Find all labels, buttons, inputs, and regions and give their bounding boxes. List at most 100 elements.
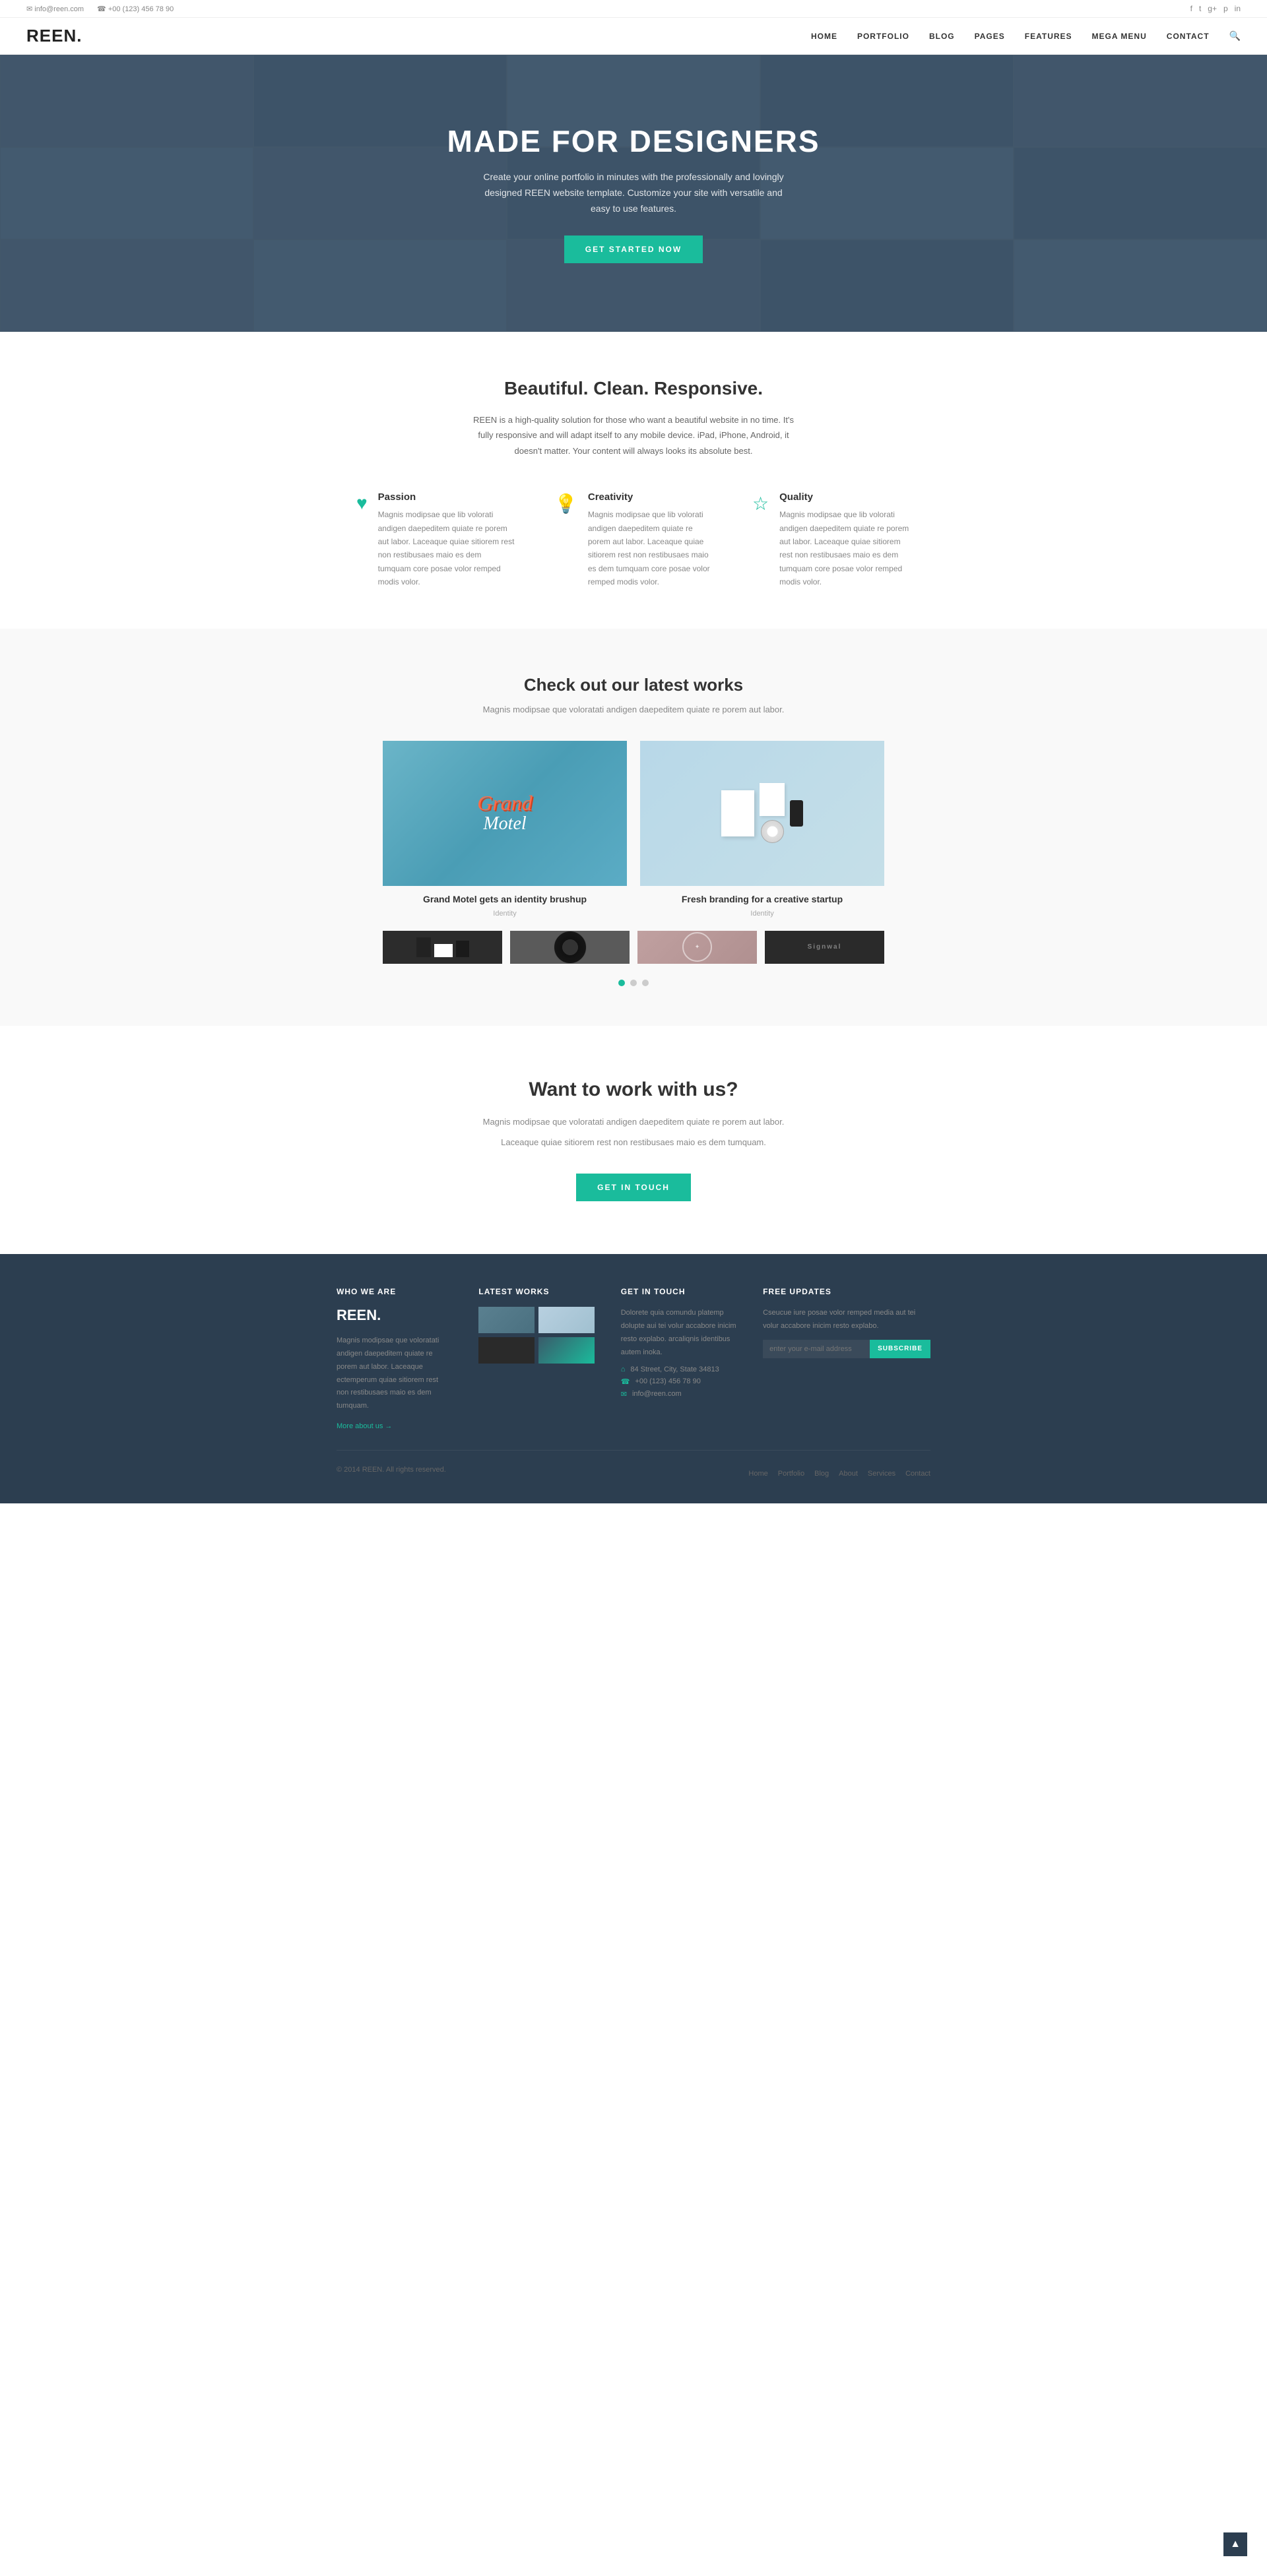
brand-phone (790, 800, 803, 827)
phone-icon: ☎ (621, 1377, 630, 1386)
portfolio-item-stationery[interactable] (383, 931, 502, 964)
footer-work-2[interactable] (538, 1307, 595, 1333)
main-nav: HOME PORTFOLIO BLOG PAGES FEATURES MEGA … (811, 30, 1241, 42)
cta-button[interactable]: GET IN TOUCH (576, 1174, 691, 1201)
social-facebook[interactable]: f (1190, 4, 1192, 13)
footer-link-blog[interactable]: Blog (814, 1470, 829, 1478)
phone-info: ☎ +00 (123) 456 78 90 (97, 5, 174, 13)
newsletter-subscribe-button[interactable]: SUBSCRIBE (870, 1340, 930, 1358)
nav-mega-menu[interactable]: MEGA MENU (1092, 32, 1147, 41)
footer-phone: ☎ +00 (123) 456 78 90 (621, 1377, 736, 1386)
address-text: 84 Street, City, State 34813 (630, 1366, 719, 1373)
email-icon: ✉ (621, 1390, 627, 1398)
footer: WHO WE ARE REEN. Magnis modipsae que vol… (0, 1254, 1267, 1503)
mini-card (456, 941, 469, 957)
footer-logo: REEN. (337, 1307, 452, 1324)
portfolio-item-vinyl[interactable] (510, 931, 630, 964)
footer-newsletter: FREE UPDATES Cseucue iure posae volor re… (763, 1287, 930, 1430)
social-twitter[interactable]: t (1199, 4, 1201, 13)
footer-work-3[interactable] (478, 1337, 535, 1364)
nav-blog[interactable]: BLOG (929, 32, 955, 41)
nav-home[interactable]: HOME (811, 32, 837, 41)
portfolio-section: Check out our latest works Magnis modips… (0, 629, 1267, 1026)
grand-text: Grand (477, 792, 533, 813)
brand-items (721, 783, 803, 843)
top-bar-social: f t g+ p in (1190, 4, 1241, 13)
cta-section: Want to work with us? Magnis modipsae qu… (0, 1026, 1267, 1255)
thumb-signwal: Signwal (765, 931, 884, 964)
hero-subtitle: Create your online portfolio in minutes … (475, 170, 792, 216)
footer-link-services[interactable]: Services (868, 1470, 895, 1478)
feature-passion-text: Magnis modipsae que lib volorati andigen… (378, 508, 515, 588)
hero-content: MADE FOR DESIGNERS Create your online po… (447, 123, 820, 263)
portfolio-item-fresh-branding[interactable]: Fresh branding for a creative startup Id… (640, 741, 884, 918)
footer-link-home[interactable]: Home (748, 1470, 767, 1478)
dot-1[interactable] (618, 980, 625, 986)
footer-bottom: © 2014 REEN. All rights reserved. Home P… (337, 1450, 930, 1484)
footer-link-contact[interactable]: Contact (905, 1470, 930, 1478)
footer-link-about[interactable]: About (839, 1470, 858, 1478)
portfolio-item-badge[interactable]: ✦ (637, 931, 757, 964)
newsletter-form: SUBSCRIBE (763, 1340, 930, 1358)
feature-creativity-content: Creativity Magnis modipsae que lib volor… (588, 491, 713, 588)
footer-grid: WHO WE ARE REEN. Magnis modipsae que vol… (337, 1287, 930, 1430)
footer-link-portfolio[interactable]: Portfolio (778, 1470, 804, 1478)
footer-work-1[interactable] (478, 1307, 535, 1333)
thumb-badge: ✦ (637, 931, 757, 964)
feature-quality: ☆ Quality Magnis modipsae que lib volora… (752, 491, 911, 588)
nav-contact[interactable]: CONTACT (1167, 32, 1210, 41)
mini-book (416, 937, 431, 957)
footer-work-4[interactable] (538, 1337, 595, 1364)
portfolio-heading: Check out our latest works (26, 675, 1241, 695)
footer-newsletter-heading: FREE UPDATES (763, 1287, 930, 1296)
portfolio-category-fresh-branding: Identity (750, 910, 773, 918)
about-description: REEN is a high-quality solution for thos… (469, 412, 798, 458)
portfolio-item-signwal[interactable]: Signwal (765, 931, 884, 964)
footer-works-grid (478, 1307, 594, 1364)
dot-2[interactable] (630, 980, 637, 986)
nav-pages[interactable]: PAGES (975, 32, 1005, 41)
about-heading: Beautiful. Clean. Responsive. (26, 378, 1241, 399)
social-instagram[interactable]: in (1235, 4, 1241, 13)
brand-cd (761, 820, 784, 843)
about-section: Beautiful. Clean. Responsive. REEN is a … (0, 332, 1267, 629)
hero-title: MADE FOR DESIGNERS (447, 123, 820, 159)
social-pinterest[interactable]: p (1223, 4, 1228, 13)
portfolio-category-grand-motel: Identity (493, 910, 516, 918)
footer-about-heading: WHO WE ARE (337, 1287, 452, 1296)
badge-inner: ✦ (695, 943, 700, 951)
social-google[interactable]: g+ (1208, 4, 1217, 13)
creativity-icon: 💡 (554, 493, 577, 588)
footer-contact-heading: GET IN TOUCH (621, 1287, 736, 1296)
back-to-top-button[interactable]: ▲ (1223, 2532, 1247, 2556)
nav-portfolio[interactable]: PORTFOLIO (857, 32, 909, 41)
cta-text2: Laceaque quiae sitiorem rest non restibu… (26, 1135, 1241, 1150)
feature-passion-title: Passion (378, 491, 515, 503)
newsletter-input[interactable] (763, 1340, 870, 1358)
feature-passion: ♥ Passion Magnis modipsae que lib volora… (356, 491, 515, 588)
thumb-stationery (383, 931, 502, 964)
footer-bottom-links: Home Portfolio Blog About Services Conta… (748, 1470, 930, 1478)
footer-latest-works: LATEST WORKS (478, 1287, 594, 1430)
email-info: ✉ info@reen.com (26, 5, 84, 13)
features-row: ♥ Passion Magnis modipsae que lib volora… (337, 491, 930, 588)
feature-creativity: 💡 Creativity Magnis modipsae que lib vol… (554, 491, 713, 588)
footer-about: WHO WE ARE REEN. Magnis modipsae que vol… (337, 1287, 452, 1430)
hero-section: MADE FOR DESIGNERS Create your online po… (0, 55, 1267, 332)
portfolio-small-row: ✦ Signwal (383, 931, 884, 964)
vinyl-record (554, 931, 587, 964)
brand-small-paper (760, 783, 785, 816)
footer-more-link[interactable]: More about us → (337, 1422, 392, 1430)
nav-features[interactable]: FEATURES (1025, 32, 1072, 41)
brand-small-stack (760, 783, 785, 843)
motel-text: Motel (477, 813, 533, 834)
portfolio-item-grand-motel[interactable]: Grand Motel Grand Motel gets an identity… (383, 741, 627, 918)
hero-cta-button[interactable]: GET STARTED NOW (564, 236, 703, 263)
footer-contact: GET IN TOUCH Dolorete quia comundu plate… (621, 1287, 736, 1430)
portfolio-caption-fresh-branding: Fresh branding for a creative startup Id… (640, 894, 884, 918)
feature-creativity-text: Magnis modipsae que lib volorati andigen… (588, 508, 713, 588)
dot-3[interactable] (642, 980, 649, 986)
logo: REEN. (26, 26, 82, 46)
search-icon[interactable]: 🔍 (1229, 30, 1241, 42)
feature-creativity-title: Creativity (588, 491, 713, 503)
